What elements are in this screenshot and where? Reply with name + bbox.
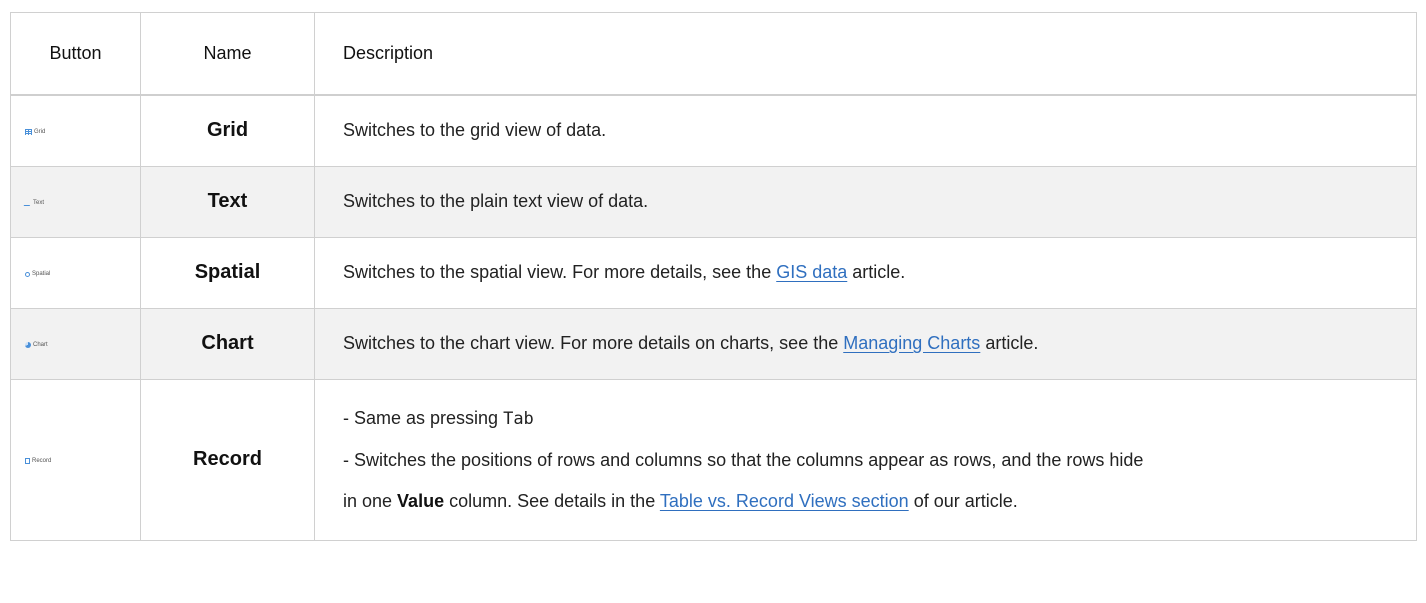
button-cell: Text (10, 165, 141, 238)
table-row: Spatial Spatial Switches to the spatial … (10, 236, 1417, 309)
description-text: of our article. (908, 490, 1018, 511)
button-cell: Grid (10, 94, 141, 167)
description-cell: Switches to the chart view. For more det… (314, 307, 1417, 380)
description-cell: Switches to the plain text view of data. (314, 165, 1417, 238)
grid-button-label: Grid (34, 128, 46, 135)
name-cell: Grid (140, 94, 315, 167)
table-row: Chart Chart Switches to the chart view. … (10, 307, 1417, 380)
tab-key: Tab (503, 408, 534, 429)
header-button: Button (10, 12, 141, 96)
description-line: - Switches the positions of rows and col… (343, 440, 1416, 481)
grid-button-thumbnail[interactable]: Grid (25, 128, 46, 135)
table-vs-record-views-link[interactable]: Table vs. Record Views section (660, 491, 909, 511)
spatial-button-thumbnail[interactable]: Spatial (25, 271, 50, 277)
record-button-label: Record (32, 457, 52, 464)
chart-button-thumbnail[interactable]: Chart (25, 341, 48, 348)
description-text: in one (343, 490, 398, 511)
description-text: - Switches the positions of rows and col… (343, 449, 1144, 470)
button-cell: Record (10, 378, 141, 541)
record-button-thumbnail[interactable]: Record (25, 457, 52, 464)
description-cell: Switches to the spatial view. For more d… (314, 236, 1417, 309)
spatial-icon (25, 271, 30, 277)
name-cell: Spatial (140, 236, 315, 309)
description-cell: Switches to the grid view of data. (314, 94, 1417, 167)
spatial-button-label: Spatial (32, 271, 51, 277)
description-text: - Same as pressing (343, 407, 504, 428)
description-line: in one Value column. See details in the … (343, 481, 1416, 522)
description-text: Switches to the chart view. For more det… (343, 333, 844, 353)
managing-charts-link[interactable]: Managing Charts (843, 333, 980, 353)
description-line: - Same as pressing Tab (343, 398, 1416, 440)
text-button-label: Text (33, 200, 45, 206)
description-text: article. (847, 262, 906, 282)
table-header-row: Button Name Description (10, 12, 1417, 96)
header-description: Description (314, 12, 1417, 96)
grid-icon (25, 128, 32, 135)
value-column-name: Value (397, 490, 445, 511)
header-name: Name (140, 12, 315, 96)
table-row: Text Text Switches to the plain text vie… (10, 165, 1417, 238)
text-icon (23, 200, 33, 206)
buttons-table: Button Name Description Grid Grid Switch… (10, 12, 1417, 541)
description-text: Switches to the spatial view. For more d… (343, 262, 777, 282)
name-cell: Record (140, 378, 315, 541)
table-row: Record Record - Same as pressing Tab - S… (10, 378, 1417, 541)
chart-icon (25, 341, 31, 348)
text-button-thumbnail[interactable]: Text (23, 200, 45, 206)
button-cell: Chart (10, 307, 141, 380)
chart-button-label: Chart (33, 341, 48, 348)
name-cell: Chart (140, 307, 315, 380)
button-cell: Spatial (10, 236, 141, 309)
description-text: column. See details in the (444, 490, 660, 511)
table-row: Grid Grid Switches to the grid view of d… (10, 94, 1417, 167)
record-icon (25, 457, 30, 464)
name-cell: Text (140, 165, 315, 238)
description-cell: - Same as pressing Tab - Switches the po… (314, 378, 1417, 541)
gis-data-link[interactable]: GIS data (776, 262, 847, 282)
description-text: article. (980, 333, 1039, 353)
